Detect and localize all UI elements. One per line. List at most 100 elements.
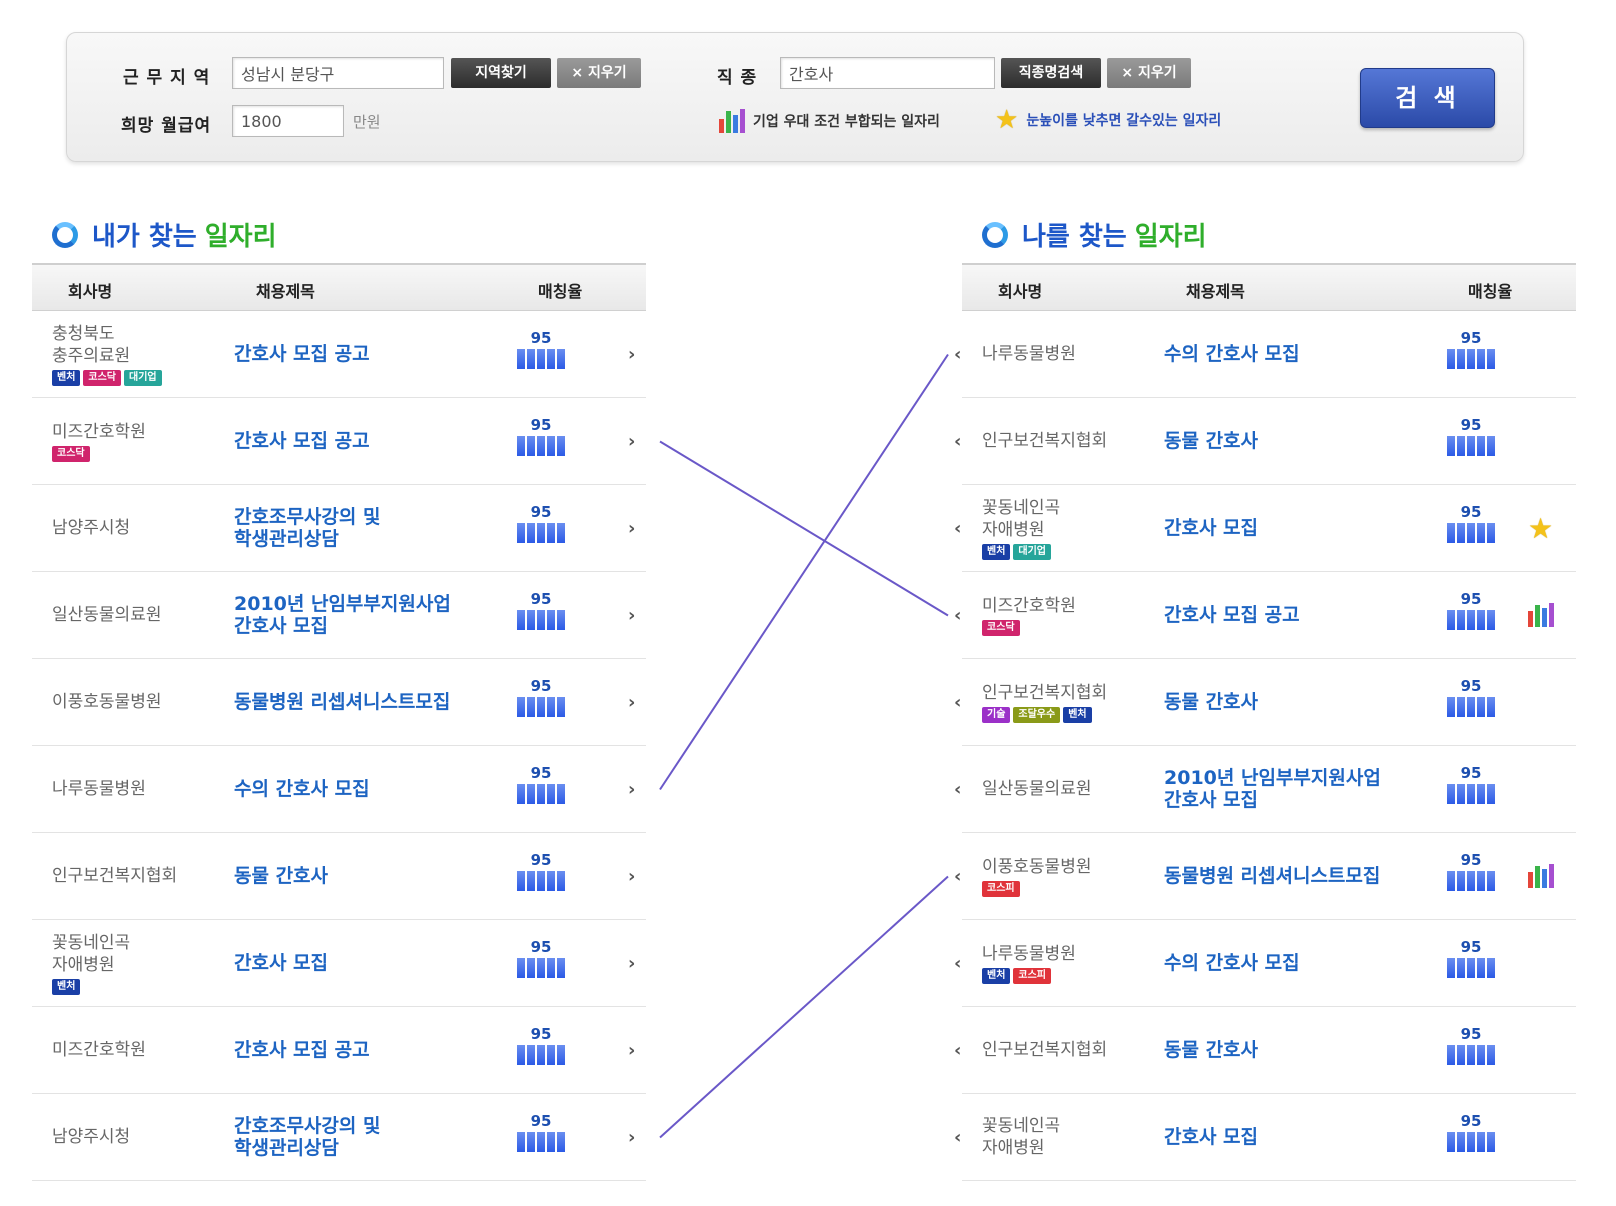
- job-input[interactable]: [780, 57, 995, 89]
- match-bar: [514, 1045, 568, 1065]
- search-button[interactable]: 검 색: [1360, 68, 1495, 128]
- table-row[interactable]: 이풍호동물병원 동물병원 리셉셔니스트모집 95 ›: [32, 659, 646, 746]
- chevron-left-icon[interactable]: ‹: [954, 920, 961, 1006]
- job-title-link[interactable]: 동물 간호사: [234, 833, 328, 919]
- table-row[interactable]: 미즈간호학원 코스닥 간호사 모집 공고 95 ›: [32, 398, 646, 485]
- job-title-link[interactable]: 간호사 모집: [1164, 1094, 1258, 1180]
- chevron-left-icon[interactable]: ‹: [954, 659, 961, 745]
- chevron-right-icon[interactable]: ›: [628, 398, 635, 484]
- table-row[interactable]: ‹ 나루동물병원 벤처 코스피 수의 간호사 모집 95: [954, 920, 1576, 1007]
- job-title-link[interactable]: 간호사 모집 공고: [1164, 572, 1300, 658]
- table-row[interactable]: 일산동물의료원 2010년 난임부부지원사업 간호사 모집 95 ›: [32, 572, 646, 659]
- job-title-link[interactable]: 동물 간호사: [1164, 659, 1258, 745]
- ring-icon: [982, 221, 1008, 248]
- status-badge: 코스닥: [982, 619, 1020, 636]
- match-bar: [1444, 871, 1498, 891]
- table-row[interactable]: ‹ 이풍호동물병원 코스피 동물병원 리셉셔니스트모집 95: [954, 833, 1576, 920]
- job-title-link[interactable]: 수의 간호사 모집: [234, 746, 370, 832]
- legend-lower-bar: ★ 눈높이를 낮추면 갈수있는 일자리: [995, 105, 1222, 135]
- table-row[interactable]: 인구보건복지협회 동물 간호사 95 ›: [32, 833, 646, 920]
- chevron-right-icon[interactable]: ›: [628, 572, 635, 658]
- job-title-link[interactable]: 2010년 난임부부지원사업 간호사 모집: [1164, 746, 1381, 832]
- chevron-right-icon[interactable]: ›: [628, 1094, 635, 1180]
- job-title-link[interactable]: 간호사 모집 공고: [234, 311, 370, 397]
- chevron-left-icon[interactable]: ‹: [954, 746, 961, 832]
- job-title-link[interactable]: 간호사 모집: [1164, 485, 1258, 571]
- job-title-link[interactable]: 동물병원 리셉셔니스트모집: [234, 659, 450, 745]
- salary-input[interactable]: [232, 105, 344, 137]
- match-bar: [514, 349, 568, 369]
- region-label: 근 무 지 역: [123, 68, 211, 88]
- table-row[interactable]: 충청북도 충주의료원 벤처 코스닥 대기업 간호사 모집 공고 95 ›: [32, 311, 646, 398]
- right-job-table: 회사명 채용제목 매칭율 ‹ 나루동물병원 수의 간호사 모집 95 ‹ 인구보건복지협회…: [954, 263, 1576, 1181]
- job-title-link[interactable]: 수의 간호사 모집: [1164, 311, 1300, 397]
- column-match: 매칭율: [538, 282, 583, 301]
- star-icon: ★: [995, 105, 1019, 135]
- match-score: 95: [514, 590, 568, 630]
- bar-chart-icon: [1528, 572, 1554, 658]
- company-name: 미즈간호학원 코스닥: [982, 572, 1076, 658]
- company-name: 인구보건복지협회: [982, 431, 1108, 451]
- chevron-left-icon[interactable]: ‹: [954, 833, 961, 919]
- column-company: 회사명: [68, 282, 113, 301]
- table-row[interactable]: ‹ 일산동물의료원 2010년 난임부부지원사업 간호사 모집 95: [954, 746, 1576, 833]
- left-job-table: 회사명 채용제목 매칭율 충청북도 충주의료원 벤처 코스닥 대기업 간호사 모집 공고 9…: [32, 263, 646, 1181]
- legend-company-fit: 기업 우대 조건 부합되는 일자리: [719, 109, 940, 133]
- region-find-button[interactable]: 지역찾기: [451, 58, 551, 88]
- match-score: 95: [1444, 764, 1498, 804]
- job-title-link[interactable]: 동물 간호사: [1164, 398, 1258, 484]
- company-name: 이풍호동물병원 코스피: [982, 833, 1091, 919]
- job-title-link[interactable]: 간호사 모집: [234, 920, 328, 1006]
- chevron-left-icon[interactable]: ‹: [954, 485, 961, 571]
- column-match: 매칭율: [1468, 282, 1513, 301]
- chevron-left-icon[interactable]: ‹: [954, 311, 961, 397]
- job-title-link[interactable]: 수의 간호사 모집: [1164, 920, 1300, 1006]
- table-row[interactable]: 미즈간호학원 간호사 모집 공고 95 ›: [32, 1007, 646, 1094]
- chevron-left-icon[interactable]: ‹: [954, 1094, 961, 1180]
- table-row[interactable]: 꽃동네인곡 자애병원 벤처 간호사 모집 95 ›: [32, 920, 646, 1007]
- table-row[interactable]: ‹ 미즈간호학원 코스닥 간호사 모집 공고 95: [954, 572, 1576, 659]
- chevron-left-icon[interactable]: ‹: [954, 1007, 961, 1093]
- table-row[interactable]: ‹ 꽃동네인곡 자애병원 벤처 대기업 간호사 모집 95 ★: [954, 485, 1576, 572]
- company-name: 일산동물의료원: [982, 779, 1092, 799]
- table-row[interactable]: 남양주시청 간호조무사강의 및 학생관리상담 95 ›: [32, 485, 646, 572]
- region-input[interactable]: [232, 57, 444, 89]
- job-title-link[interactable]: 간호조무사강의 및 학생관리상담: [234, 1094, 380, 1180]
- job-clear-button[interactable]: × 지우기: [1107, 58, 1191, 88]
- match-score: 95: [1444, 1112, 1498, 1152]
- status-badge: 조달우수: [1013, 706, 1061, 723]
- left-rows: 충청북도 충주의료원 벤처 코스닥 대기업 간호사 모집 공고 95 › 미즈간호학원 코스닥 간호…: [32, 311, 646, 1181]
- job-title-link[interactable]: 동물병원 리셉셔니스트모집: [1164, 833, 1380, 919]
- job-search-button[interactable]: 직종명검색: [1001, 58, 1101, 88]
- chevron-right-icon[interactable]: ›: [628, 746, 635, 832]
- chevron-right-icon[interactable]: ›: [628, 833, 635, 919]
- job-title-link[interactable]: 간호사 모집 공고: [234, 398, 370, 484]
- company-name: 꽃동네인곡 자애병원 벤처: [52, 920, 130, 1006]
- chevron-right-icon[interactable]: ›: [628, 311, 635, 397]
- table-row[interactable]: ‹ 인구보건복지협회 동물 간호사 95: [954, 1007, 1576, 1094]
- chevron-left-icon[interactable]: ‹: [954, 572, 961, 658]
- status-badge: 코스피: [1013, 967, 1052, 984]
- match-bar: [1444, 436, 1498, 456]
- table-row[interactable]: 남양주시청 간호조무사강의 및 학생관리상담 95 ›: [32, 1094, 646, 1181]
- table-row[interactable]: 나루동물병원 수의 간호사 모집 95 ›: [32, 746, 646, 833]
- table-row[interactable]: ‹ 꽃동네인곡 자애병원 간호사 모집 95: [954, 1094, 1576, 1181]
- chevron-right-icon[interactable]: ›: [628, 659, 635, 745]
- right-rows: ‹ 나루동물병원 수의 간호사 모집 95 ‹ 인구보건복지협회 동물 간호사 95 ‹ 꽃동네인…: [954, 311, 1576, 1181]
- company-name: 인구보건복지협회 기술 조달우수 벤처: [982, 659, 1107, 745]
- match-bar: [514, 784, 568, 804]
- job-title-link[interactable]: 간호조무사강의 및 학생관리상담: [234, 485, 380, 571]
- table-row[interactable]: ‹ 인구보건복지협회 기술 조달우수 벤처 동물 간호사 95: [954, 659, 1576, 746]
- chevron-right-icon[interactable]: ›: [628, 485, 635, 571]
- company-name: 일산동물의료원: [52, 605, 162, 625]
- job-title-link[interactable]: 간호사 모집 공고: [234, 1007, 370, 1093]
- match-score: 95: [514, 677, 568, 717]
- table-row[interactable]: ‹ 나루동물병원 수의 간호사 모집 95: [954, 311, 1576, 398]
- region-clear-button[interactable]: × 지우기: [557, 58, 641, 88]
- job-title-link[interactable]: 2010년 난임부부지원사업 간호사 모집: [234, 572, 451, 658]
- job-title-link[interactable]: 동물 간호사: [1164, 1007, 1258, 1093]
- chevron-right-icon[interactable]: ›: [628, 920, 635, 1006]
- table-row[interactable]: ‹ 인구보건복지협회 동물 간호사 95: [954, 398, 1576, 485]
- chevron-left-icon[interactable]: ‹: [954, 398, 961, 484]
- chevron-right-icon[interactable]: ›: [628, 1007, 635, 1093]
